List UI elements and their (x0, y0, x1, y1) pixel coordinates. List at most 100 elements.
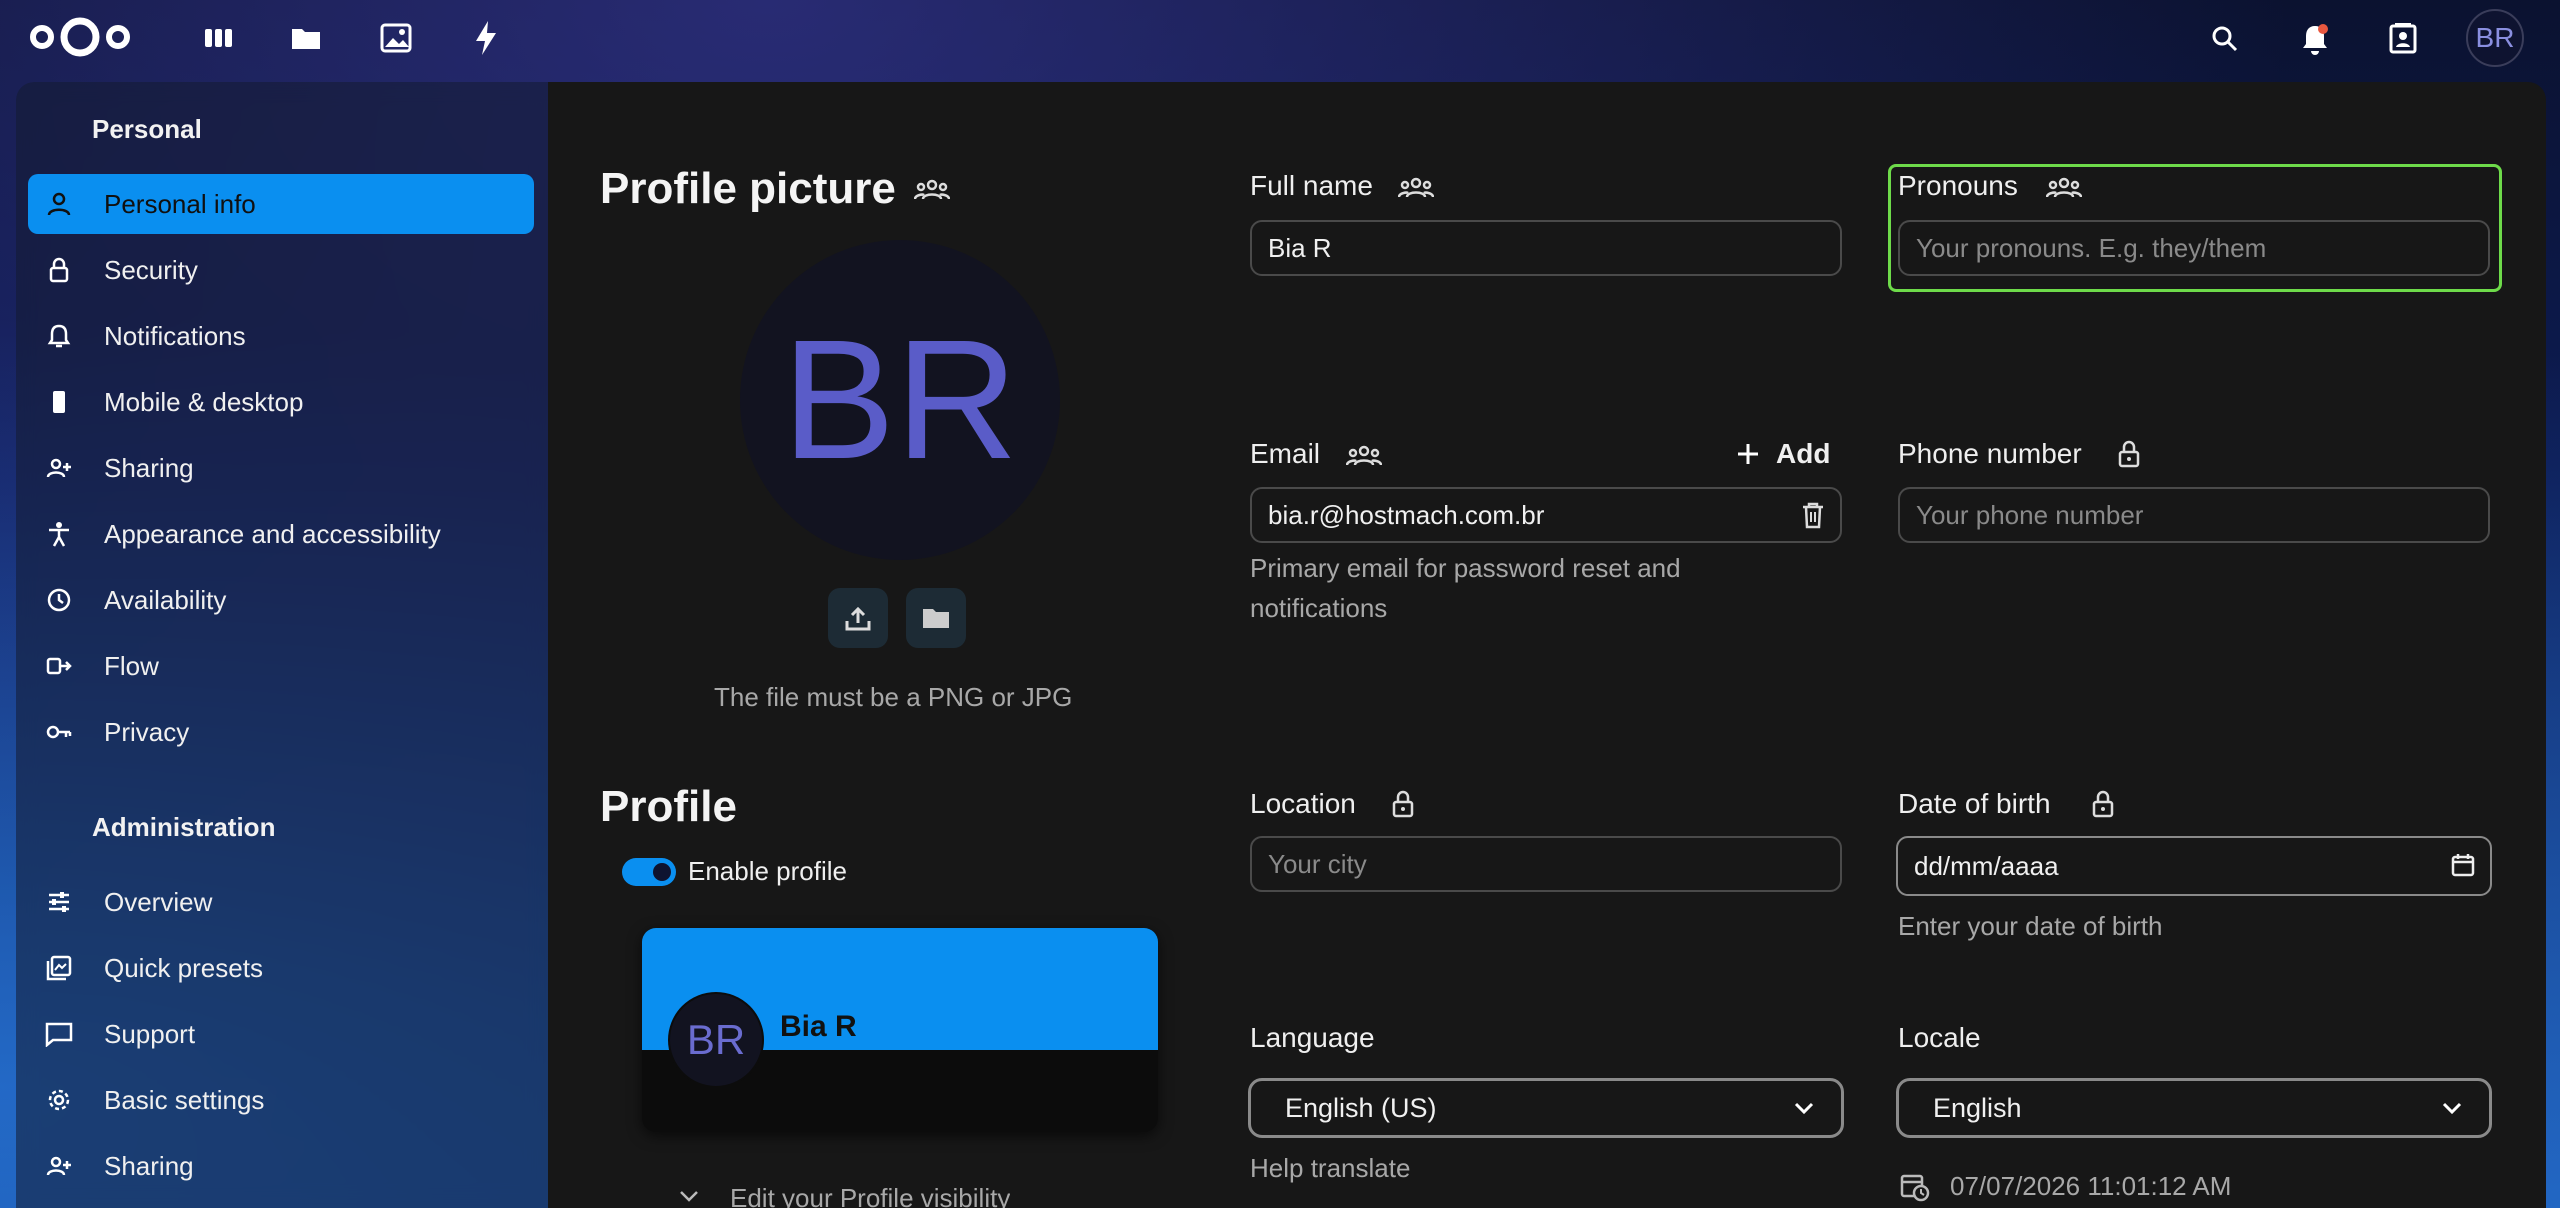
pronouns-label: Pronouns (1898, 170, 2018, 201)
email-field[interactable]: bia.r@hostmach.com.br (1250, 487, 1842, 543)
clock-icon (44, 585, 74, 615)
top-bar: BR (0, 0, 2560, 78)
profile-card-name: Bia R (780, 1010, 857, 1043)
sidebar-item-privacy[interactable]: Privacy (28, 702, 534, 762)
add-icon[interactable] (1734, 440, 1762, 468)
group-visibility-icon[interactable] (2044, 170, 2084, 206)
full-name-field[interactable]: Bia R (1250, 220, 1842, 276)
chevron-down-icon (1794, 1102, 1814, 1115)
gear-icon (44, 1085, 74, 1115)
email-hint-line1: Primary email for password reset and (1250, 553, 1681, 583)
group-visibility-icon[interactable] (1396, 170, 1436, 206)
sidebar-item-notifications[interactable]: Notifications (28, 306, 534, 366)
sidebar-item-availability[interactable]: Availability (28, 570, 534, 630)
phone-field[interactable]: Your phone number (1898, 487, 2490, 543)
group-visibility-icon[interactable] (1344, 438, 1384, 474)
sidebar-item-label: Sharing (104, 452, 194, 483)
locale-select[interactable]: English (1896, 1078, 2492, 1138)
bell-icon (44, 321, 74, 351)
sliders-icon (44, 887, 74, 917)
sidebar-item-personal-info[interactable]: Personal info (28, 174, 534, 234)
search-icon[interactable] (2200, 14, 2250, 64)
sidebar-item-label: Availability (104, 584, 227, 615)
dashboard-icon[interactable] (198, 18, 238, 58)
profile-picture-avatar: BR (740, 240, 1060, 560)
profile-picture-title: Profile picture (600, 164, 896, 213)
full-name-label: Full name (1250, 170, 1373, 201)
sidebar-item-label: Privacy (104, 716, 190, 747)
group-visibility-icon[interactable] (912, 172, 952, 208)
sidebar-item-sharing[interactable]: Sharing (28, 438, 534, 498)
locale-label: Locale (1898, 1022, 1981, 1053)
sidebar-item-basic-settings[interactable]: Basic settings (28, 1070, 534, 1130)
enable-profile-label: Enable profile (688, 856, 847, 886)
sidebar-item-label: Basic settings (104, 1084, 265, 1115)
sidebar-item-admin-sharing[interactable]: Sharing (28, 1136, 534, 1196)
sidebar-item-label: Security (104, 254, 198, 285)
sidebar-item-mobile-desktop[interactable]: Mobile & desktop (28, 372, 534, 432)
sidebar-item-label: Mobile & desktop (104, 386, 304, 417)
sidebar-item-flow[interactable]: Flow (28, 636, 534, 696)
lock-icon[interactable] (2114, 436, 2144, 472)
flow-icon (44, 651, 74, 681)
sidebar-item-label: Notifications (104, 320, 246, 351)
presets-icon (44, 953, 74, 983)
lock-icon (44, 255, 74, 285)
calendar-clock-icon (1898, 1170, 1932, 1204)
date-of-birth-hint: Enter your date of birth (1898, 911, 2163, 941)
sidebar-item-label: Sharing (104, 1150, 194, 1181)
upload-icon (845, 606, 871, 631)
add-email-button[interactable]: Add (1776, 438, 1830, 470)
trash-icon[interactable] (1798, 500, 1828, 530)
key-icon (44, 717, 74, 747)
sidebar-item-label: Personal info (104, 188, 256, 219)
help-translate-link[interactable]: Help translate (1250, 1148, 1410, 1188)
phone-label: Phone number (1898, 438, 2082, 469)
files-icon[interactable] (286, 18, 326, 58)
chevron-down-icon (2442, 1102, 2462, 1115)
email-label: Email (1250, 438, 1321, 469)
choose-from-files-button[interactable] (906, 588, 966, 648)
location-field[interactable]: Your city (1250, 836, 1842, 892)
sidebar-item-label: Support (104, 1018, 196, 1049)
nextcloud-logo-icon[interactable] (24, 12, 136, 62)
sidebar-section-personal: Personal (92, 114, 202, 144)
sidebar-item-overview[interactable]: Overview (28, 872, 534, 932)
contacts-icon[interactable] (2378, 14, 2428, 64)
notifications-icon[interactable] (2290, 14, 2340, 64)
sidebar-item-quick-presets[interactable]: Quick presets (28, 938, 534, 998)
phone-icon (44, 387, 74, 417)
lock-icon[interactable] (2088, 786, 2118, 822)
date-of-birth-field[interactable]: dd/mm/aaaa (1896, 836, 2492, 896)
language-select[interactable]: English (US) (1248, 1078, 1844, 1138)
sidebar-item-label: Flow (104, 650, 159, 681)
user-avatar[interactable]: BR (2466, 9, 2524, 67)
activity-icon[interactable] (466, 18, 506, 58)
upload-picture-button[interactable] (828, 588, 888, 648)
photos-icon[interactable] (376, 18, 416, 58)
sidebar-item-label: Quick presets (104, 952, 263, 983)
profile-section-title: Profile (600, 782, 737, 831)
pronouns-field[interactable]: Your pronouns. E.g. they/them (1898, 220, 2490, 276)
date-of-birth-value: dd/mm/aaaa (1914, 850, 2059, 881)
language-label: Language (1250, 1022, 1375, 1053)
sidebar-item-security[interactable]: Security (28, 240, 534, 300)
profile-preview-card[interactable]: BR Bia R (642, 928, 1158, 1132)
enable-profile-toggle[interactable] (622, 858, 676, 886)
chevron-down-icon[interactable] (676, 1186, 702, 1206)
profile-card-avatar: BR (668, 992, 764, 1088)
settings-sidebar: Personal Personal info Security Notifica… (16, 82, 548, 1208)
locale-time-preview: 07/07/2026 11:01:12 AM (1950, 1171, 2232, 1201)
share-icon (44, 1151, 74, 1181)
picture-format-hint: The file must be a PNG or JPG (714, 682, 1073, 712)
email-hint-line2: notifications (1250, 593, 1388, 623)
sidebar-item-support[interactable]: Support (28, 1004, 534, 1064)
calendar-icon[interactable] (2450, 852, 2476, 878)
sidebar-item-label: Appearance and accessibility (104, 518, 441, 549)
sidebar-item-appearance[interactable]: Appearance and accessibility (28, 504, 534, 564)
lock-icon[interactable] (1388, 786, 1418, 822)
email-value: bia.r@hostmach.com.br (1268, 499, 1545, 530)
edit-profile-visibility-link[interactable]: Edit your Profile visibility (730, 1178, 1010, 1208)
date-of-birth-label: Date of birth (1898, 788, 2051, 819)
support-icon (44, 1019, 74, 1049)
